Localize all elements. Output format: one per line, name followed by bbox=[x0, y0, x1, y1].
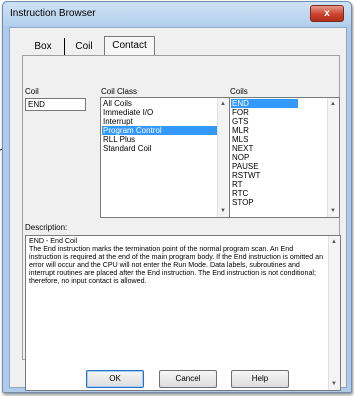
tab-contact[interactable]: Contact bbox=[104, 36, 155, 57]
scroll-up-icon[interactable]: ▲ bbox=[330, 101, 336, 107]
coils-scrollbar[interactable]: ▲ ▼ bbox=[327, 98, 339, 217]
window-title: Instruction Browser bbox=[10, 8, 96, 19]
scroll-up-icon[interactable]: ▲ bbox=[220, 101, 226, 107]
help-button[interactable]: Help bbox=[231, 370, 289, 388]
list-item[interactable]: NOP bbox=[232, 153, 249, 162]
tab-panel: Coil END Coil Class All Coils Immediate … bbox=[22, 55, 341, 391]
scroll-down-icon[interactable]: ▼ bbox=[220, 208, 226, 214]
scroll-up-icon[interactable]: ▲ bbox=[331, 239, 337, 245]
cancel-button[interactable]: Cancel bbox=[159, 370, 217, 388]
list-item[interactable]: RLL Plus bbox=[103, 135, 135, 144]
description-scrollbar[interactable]: ▲ ▼ bbox=[328, 236, 340, 390]
list-item[interactable]: NEXT bbox=[232, 144, 253, 153]
list-item[interactable]: All Coils bbox=[103, 99, 132, 108]
list-item[interactable]: PAUSE bbox=[232, 162, 259, 171]
list-item[interactable]: Immediate I/O bbox=[103, 108, 153, 117]
list-item[interactable]: Standard Coil bbox=[103, 144, 151, 153]
instruction-browser-window: Instruction Browser x Box Coil Contact C… bbox=[2, 1, 352, 393]
list-item[interactable]: MLR bbox=[232, 126, 249, 135]
coil-label: Coil bbox=[25, 87, 39, 96]
tab-box[interactable]: Box bbox=[24, 38, 62, 55]
coil-class-label: Coil Class bbox=[101, 87, 138, 96]
description-label: Description: bbox=[25, 223, 68, 232]
list-item[interactable]: RT bbox=[232, 180, 243, 189]
list-item[interactable]: STOP bbox=[232, 198, 254, 207]
list-item[interactable]: Interrupt bbox=[103, 117, 133, 126]
tab-coil[interactable]: Coil bbox=[64, 38, 103, 55]
list-item[interactable]: RTC bbox=[232, 189, 248, 198]
scroll-down-icon[interactable]: ▼ bbox=[330, 208, 336, 214]
list-item-selected[interactable]: Program Control bbox=[102, 126, 226, 135]
description-text: END - End Coil The End instruction marks… bbox=[29, 237, 325, 286]
list-item[interactable]: GTS bbox=[232, 117, 248, 126]
coil-input[interactable]: END bbox=[25, 98, 86, 111]
coil-class-scrollbar[interactable]: ▲ ▼ bbox=[217, 98, 229, 217]
dialog-client-area: Box Coil Contact Coil END Coil Class All… bbox=[9, 27, 347, 391]
coil-class-list[interactable]: All Coils Immediate I/O Interrupt Progra… bbox=[100, 97, 230, 218]
description-box[interactable]: END - End Coil The End instruction marks… bbox=[25, 235, 341, 391]
list-item[interactable]: FOR bbox=[232, 108, 249, 117]
list-item-selected[interactable]: END bbox=[231, 99, 298, 108]
ok-button[interactable]: OK bbox=[86, 370, 144, 388]
description-body: The End instruction marks the terminatio… bbox=[29, 245, 324, 286]
list-item[interactable]: MLS bbox=[232, 135, 248, 144]
list-item[interactable]: RSTWT bbox=[232, 171, 260, 180]
coils-label: Coils bbox=[230, 87, 248, 96]
title-bar[interactable]: Instruction Browser x bbox=[3, 2, 351, 26]
coils-list[interactable]: END FOR GTS MLR MLS NEXT NOP PAUSE RSTWT… bbox=[229, 97, 340, 218]
close-button[interactable]: x bbox=[310, 5, 344, 22]
scroll-down-icon[interactable]: ▼ bbox=[331, 381, 337, 387]
close-icon: x bbox=[324, 8, 330, 19]
description-heading: END - End Coil bbox=[29, 237, 78, 245]
